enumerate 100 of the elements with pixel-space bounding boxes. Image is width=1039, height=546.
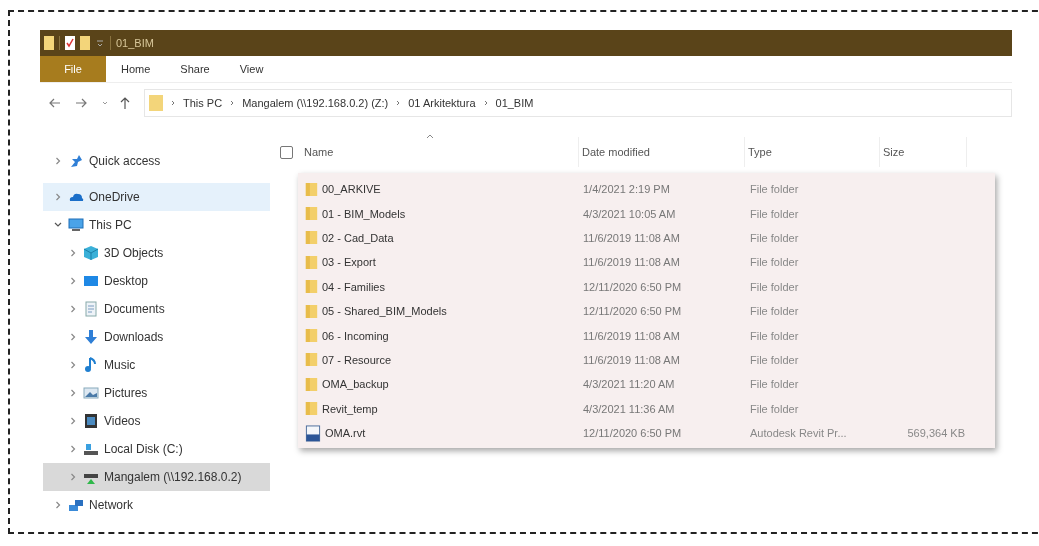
type-cell-text: File folder xyxy=(750,280,800,293)
chevron-right-icon[interactable] xyxy=(68,472,78,482)
date-cell-text: 1/4/2021 2:19 PM xyxy=(583,183,671,196)
date-cell-text: 11/6/2019 11:08 AM xyxy=(583,329,681,342)
monitor-icon xyxy=(68,217,84,233)
select-all-checkbox[interactable] xyxy=(280,145,293,159)
date-cell-text: 11/6/2019 11:08 AM xyxy=(583,231,681,244)
file-name[interactable]: OMA.rvt xyxy=(325,427,366,440)
file-name[interactable]: 07 - Resource xyxy=(322,353,392,366)
folder-icon xyxy=(305,327,318,345)
column-header[interactable]: Size xyxy=(880,137,967,167)
cube-icon xyxy=(83,245,99,261)
sidebar-item[interactable]: Documents xyxy=(43,295,270,323)
sidebar-item[interactable]: Videos xyxy=(43,407,270,435)
folder-icon xyxy=(44,36,54,50)
file-name[interactable]: 02 - Cad_Data xyxy=(322,231,394,244)
sidebar-item[interactable]: Quick access xyxy=(43,147,270,175)
chevron-right-icon[interactable] xyxy=(68,444,78,454)
type-cell-text: File folder xyxy=(750,329,800,342)
sidebar-item[interactable]: Desktop xyxy=(43,267,270,295)
sidebar-item[interactable]: Mangalem (\\192.168.0.2) xyxy=(43,463,270,491)
date-cell-text: 4/3/2021 11:20 AM xyxy=(583,378,676,391)
chevron-right-icon[interactable] xyxy=(68,304,78,314)
up-arrow-icon[interactable] xyxy=(118,96,132,110)
chevron-right-icon[interactable] xyxy=(68,388,78,398)
music-note-icon xyxy=(83,357,99,373)
type-cell-text: File folder xyxy=(750,402,800,415)
address-bar[interactable]: This PC Mangalem (\\192.168.0.2) (Z:) 01 Arkitektura 01_BIM xyxy=(144,89,1012,117)
chevron-right-icon[interactable] xyxy=(53,500,63,510)
folder-icon xyxy=(305,302,318,320)
chevron-right-icon[interactable] xyxy=(68,248,78,258)
sidebar-item[interactable]: Downloads xyxy=(43,323,270,351)
date-cell-text: 4/3/2021 10:05 AM xyxy=(583,207,677,220)
desktop-icon xyxy=(83,273,99,289)
chevron-right-icon[interactable] xyxy=(68,416,78,426)
chevron-right-icon[interactable] xyxy=(68,332,78,342)
type-cell-text: Autodesk Revit Pr... xyxy=(750,427,848,440)
folder-icon xyxy=(149,95,163,111)
document-icon xyxy=(305,424,321,442)
type-cell-text: File folder xyxy=(750,305,800,318)
file-name[interactable]: 03 - Export xyxy=(322,256,376,269)
type-cell-text: File folder xyxy=(750,378,800,391)
sidebar-item[interactable]: 3D Objects xyxy=(43,239,270,267)
date-cell-text: 12/11/2020 6:50 PM xyxy=(583,280,683,293)
sidebar-item[interactable]: Local Disk (C:) xyxy=(43,435,270,463)
network-icon xyxy=(68,497,84,513)
file-name[interactable]: 01 - BIM_Models xyxy=(322,207,406,220)
size-cell-text: 569,364 KB xyxy=(906,427,965,440)
chevron-right-icon xyxy=(169,98,177,108)
ribbon-tab[interactable]: Share xyxy=(165,56,225,82)
folder-icon xyxy=(305,253,318,271)
file-name[interactable]: 00_ARKIVE xyxy=(322,183,381,196)
forward-arrow-icon[interactable] xyxy=(74,96,88,110)
drive-icon xyxy=(83,441,99,457)
file-name[interactable]: 04 - Families xyxy=(322,280,385,293)
date-cell-text: 12/11/2020 6:50 PM xyxy=(583,305,683,318)
chevron-right-icon[interactable] xyxy=(68,360,78,370)
column-header[interactable]: Date modified xyxy=(579,137,745,167)
file-name[interactable]: 06 - Incoming xyxy=(322,329,389,342)
type-cell-text: File folder xyxy=(750,353,800,366)
breadcrumb-item[interactable]: Mangalem (\\192.168.0.2) (Z:) xyxy=(242,97,389,109)
window-title: 01_BIM xyxy=(116,37,154,49)
chevron-right-icon[interactable] xyxy=(53,192,63,202)
file-name[interactable]: 05 - Shared_BIM_Models xyxy=(322,305,447,318)
document-icon xyxy=(83,301,99,317)
chevron-right-icon[interactable] xyxy=(68,276,78,286)
sidebar-item[interactable]: Music xyxy=(43,351,270,379)
date-cell-text: 11/6/2019 11:08 AM xyxy=(583,256,681,269)
breadcrumb-item[interactable]: 01 Arkitektura xyxy=(408,97,476,109)
ribbon-tab[interactable]: View xyxy=(224,56,279,82)
folder-icon xyxy=(305,375,318,393)
file-name[interactable]: Revit_temp xyxy=(322,402,378,415)
type-cell-text: File folder xyxy=(750,231,800,244)
sidebar-item[interactable]: OneDrive xyxy=(43,183,270,211)
file-name[interactable]: OMA_backup xyxy=(322,378,389,391)
folder-icon xyxy=(305,205,318,223)
sidebar-item[interactable]: Pictures xyxy=(43,379,270,407)
pin-icon xyxy=(68,153,84,169)
back-arrow-icon[interactable] xyxy=(48,96,62,110)
type-cell-text: File folder xyxy=(750,207,800,220)
sidebar-item[interactable]: This PC xyxy=(43,211,270,239)
folder-icon xyxy=(305,229,318,247)
download-icon xyxy=(83,329,99,345)
date-cell-text: 12/11/2020 6:50 PM xyxy=(583,427,683,440)
sidebar-item[interactable]: Network xyxy=(43,491,270,519)
sort-ascending-icon xyxy=(425,133,435,139)
date-cell-text: 11/6/2019 11:08 AM xyxy=(583,353,681,366)
column-header[interactable]: Type xyxy=(745,137,880,167)
breadcrumb-item[interactable]: This PC xyxy=(183,97,223,109)
ribbon-tab[interactable]: File xyxy=(40,56,106,82)
ribbon-tab[interactable]: Home xyxy=(106,56,166,82)
type-cell-text: File folder xyxy=(750,183,800,196)
breadcrumb-item[interactable]: 01_BIM xyxy=(495,97,534,109)
folder-icon xyxy=(305,278,318,296)
type-cell-text: File folder xyxy=(750,256,800,269)
folder-icon xyxy=(305,400,318,418)
properties-icon[interactable] xyxy=(65,36,75,50)
column-header[interactable]: Name xyxy=(301,137,579,167)
film-icon xyxy=(83,413,99,429)
chevron-right-icon[interactable] xyxy=(53,156,63,166)
